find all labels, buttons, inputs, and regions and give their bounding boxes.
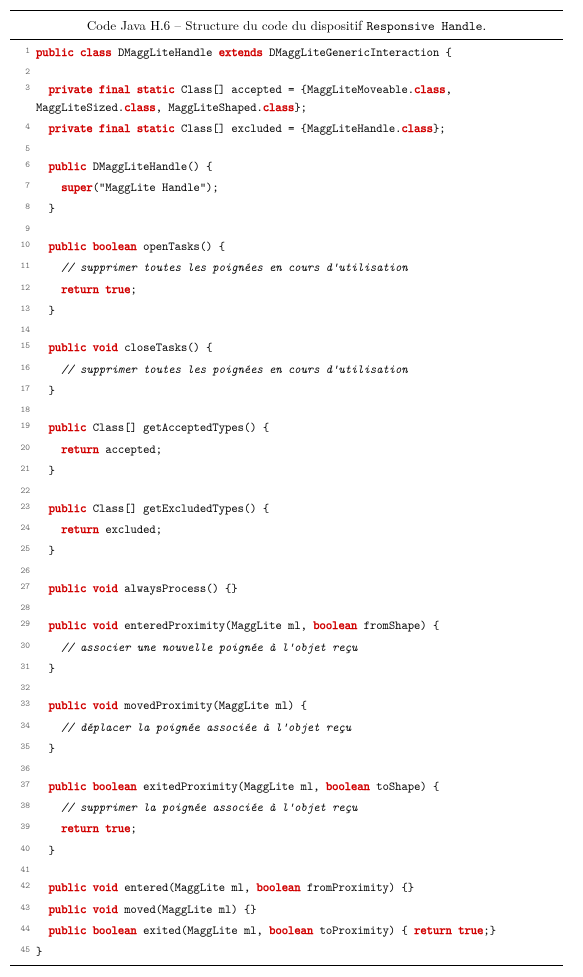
listing-bottom-rule bbox=[10, 965, 563, 967]
code-listing: 1 public class DMaggLiteHandle extends D… bbox=[10, 42, 563, 963]
listing-caption: Code Java H.6 – Structure du code du dis… bbox=[10, 10, 563, 40]
listing-container: Code Java H.6 – Structure du code du dis… bbox=[0, 0, 583, 977]
line-number: 1 bbox=[10, 42, 36, 63]
caption-name: Responsive Handle bbox=[366, 18, 482, 35]
caption-prefix: Code Java H.6 – Structure du code du dis… bbox=[87, 15, 367, 34]
caption-suffix: . bbox=[482, 15, 486, 34]
code-line: public class DMaggLiteHandle extends DMa… bbox=[36, 42, 563, 63]
